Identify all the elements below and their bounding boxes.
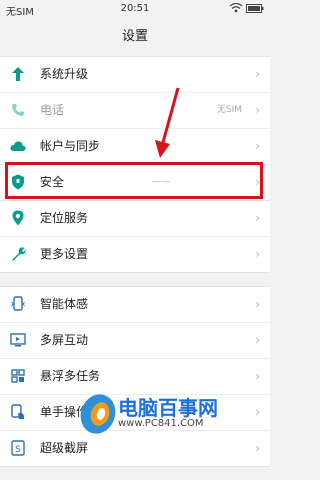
settings-group-3: 智能体感 › 多屏互动 › 悬浮多任务 › 单手操作 › S 超级截屏 › <box>0 286 270 467</box>
setting-security[interactable]: 安全 —— › <box>0 165 270 200</box>
chevron-right-icon: › <box>255 297 260 311</box>
settings-group-1: 系统升级 › 电话 无SIM › 帐户与同步 › 安全 —— › <box>0 56 270 201</box>
chevron-right-icon: › <box>255 103 260 117</box>
multitask-icon <box>10 368 26 384</box>
status-icons <box>229 2 264 16</box>
setting-multiscreen[interactable]: 多屏互动 › <box>0 323 270 359</box>
status-bar: 无SIM 20:51 <box>0 0 270 18</box>
battery-icon <box>246 4 264 13</box>
shield-icon <box>10 174 26 190</box>
setting-accounts-sync[interactable]: 帐户与同步 › <box>0 129 270 165</box>
setting-label: 定位服务 <box>40 211 89 225</box>
setting-label: 智能体感 <box>40 297 89 311</box>
settings-group-2: 定位服务 › 更多设置 › <box>0 200 270 273</box>
setting-system-update[interactable]: 系统升级 › <box>0 57 270 93</box>
setting-label: 电话 <box>40 103 65 117</box>
chevron-right-icon: › <box>255 247 260 261</box>
setting-label: 帐户与同步 <box>40 139 101 153</box>
chevron-right-icon: › <box>255 333 260 347</box>
setting-value: —— <box>152 177 170 187</box>
setting-label: 多屏互动 <box>40 333 89 347</box>
multiscreen-icon <box>10 332 26 348</box>
wifi-icon <box>229 2 243 13</box>
chevron-right-icon: › <box>255 139 260 153</box>
chevron-right-icon: › <box>255 211 260 225</box>
up-arrow-icon <box>10 66 26 82</box>
location-icon <box>10 210 26 226</box>
motion-icon <box>10 296 26 312</box>
watermark-url: www.PC841.COM <box>118 418 204 429</box>
setting-smart-motion[interactable]: 智能体感 › <box>0 287 270 323</box>
wrench-icon <box>10 246 26 262</box>
cloud-icon <box>10 138 26 154</box>
setting-location[interactable]: 定位服务 › <box>0 201 270 237</box>
setting-phone[interactable]: 电话 无SIM › <box>0 93 270 129</box>
screenshot-icon: S <box>10 440 26 456</box>
setting-label: 安全 <box>40 175 65 189</box>
chevron-right-icon: › <box>255 175 260 189</box>
svg-text:S: S <box>15 445 21 455</box>
setting-label: 更多设置 <box>40 247 89 261</box>
setting-more[interactable]: 更多设置 › <box>0 237 270 272</box>
one-hand-icon <box>10 404 26 420</box>
watermark-logo <box>80 394 116 434</box>
watermark-brand: 电脑百事网 <box>118 396 218 420</box>
page-title: 设置 <box>121 29 148 44</box>
setting-value: 无SIM <box>216 105 242 115</box>
watermark: 电脑百事网 www.PC841.COM <box>78 388 268 438</box>
setting-label: 系统升级 <box>40 67 89 81</box>
chevron-right-icon: › <box>255 67 260 81</box>
phone-icon <box>10 102 26 118</box>
